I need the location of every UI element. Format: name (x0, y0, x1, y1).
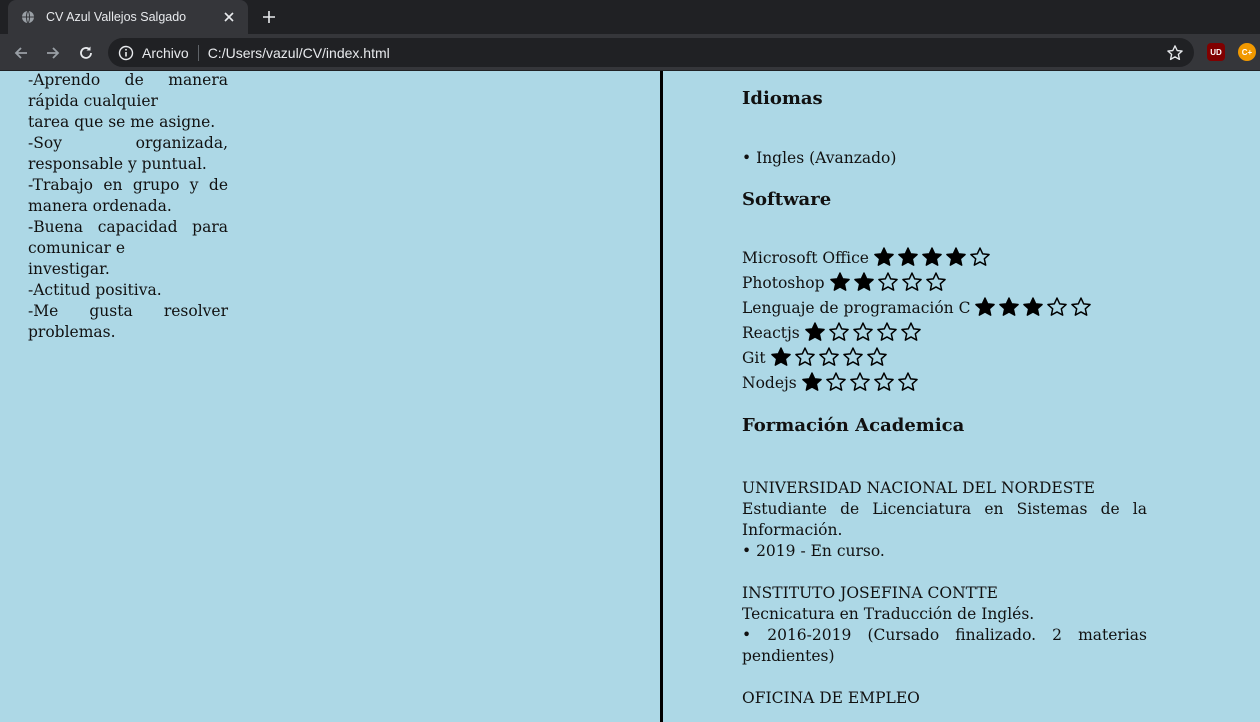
filled-star-icon (829, 272, 850, 291)
software-row: Microsoft Office (742, 246, 1147, 271)
software-row: Photoshop (742, 271, 1147, 296)
education-degree: Estudiante de Licenciatura en Sistemas d… (742, 500, 1147, 539)
globe-icon (20, 9, 36, 25)
filled-star-icon (999, 297, 1020, 316)
quality-item: -Actitud positiva. (28, 281, 162, 299)
education-institution: UNIVERSIDAD NACIONAL DEL NORDESTE (742, 479, 1095, 497)
bookmark-star-icon[interactable] (1166, 44, 1184, 62)
empty-star-icon (925, 272, 946, 291)
page-viewport: -Aprendo de manera rápida cualquier tarea… (0, 71, 1260, 722)
empty-star-icon (1047, 297, 1068, 316)
education-degree: Tecnicatura en Traducción de Inglés. (742, 605, 1035, 623)
star-rating (804, 321, 924, 343)
software-name: Nodejs (742, 374, 797, 392)
star-rating (770, 346, 890, 368)
education-entry: INSTITUTO JOSEFINA CONTTE Tecnicatura en … (742, 583, 1147, 667)
origin-chip: Archivo (142, 44, 189, 61)
empty-star-icon (1071, 297, 1092, 316)
empty-star-icon (877, 272, 898, 291)
education-list: UNIVERSIDAD NACIONAL DEL NORDESTE Estudia… (742, 478, 1147, 709)
empty-star-icon (828, 322, 849, 341)
omnibox-separator (197, 44, 199, 61)
profile-qualities: -Aprendo de manera rápida cualquier tarea… (28, 71, 228, 343)
software-row: Reactjs (742, 321, 1147, 346)
quality-item: -Aprendo de manera rápida cualquier (28, 71, 228, 110)
empty-star-icon (842, 347, 863, 366)
software-heading: Software (742, 189, 832, 210)
tab-strip: CV Azul Vallejos Salgado (0, 0, 1260, 34)
formacion-heading: Formación Academica (742, 415, 965, 436)
empty-star-icon (825, 372, 846, 391)
empty-star-icon (876, 322, 897, 341)
empty-star-icon (794, 347, 815, 366)
empty-star-icon (852, 322, 873, 341)
star-rating (974, 296, 1094, 318)
quality-item: tarea que se me asigne. (28, 113, 216, 131)
empty-star-icon (970, 247, 990, 266)
software-name: Photoshop (742, 274, 825, 292)
quality-item: investigar. (28, 260, 110, 278)
close-tab-icon[interactable] (220, 8, 238, 26)
tab-title: CV Azul Vallejos Salgado (46, 10, 187, 24)
url-text[interactable]: C:/Users/vazul/CV/index.html (208, 45, 390, 61)
forward-arrow-icon[interactable] (40, 40, 66, 66)
education-period: • 2016-2019 (Cursado finalizado. 2 mater… (742, 626, 1147, 665)
empty-star-icon (897, 372, 918, 391)
new-tab-plus-icon[interactable] (258, 6, 280, 28)
software-row: Lenguaje de programación C (742, 296, 1147, 321)
quality-item: -Trabajo en grupo y de manera ordenada. (28, 176, 228, 215)
filled-star-icon (898, 247, 918, 266)
filled-star-icon (946, 247, 966, 266)
extension-icon[interactable]: C+ (1238, 43, 1256, 61)
empty-star-icon (818, 347, 839, 366)
education-entry: OFICINA DE EMPLEO (742, 688, 1147, 709)
quality-item: -Soy organizada, responsable y puntual. (28, 134, 228, 173)
empty-star-icon (900, 322, 921, 341)
software-name: Git (742, 349, 766, 367)
address-bar[interactable]: Archivo C:/Users/vazul/CV/index.html (108, 38, 1194, 67)
filled-star-icon (804, 322, 825, 341)
filled-star-icon (874, 247, 894, 266)
idiomas-heading: Idiomas (742, 88, 823, 109)
software-name: Reactjs (742, 324, 800, 342)
star-rating (873, 246, 993, 268)
reload-icon[interactable] (73, 40, 99, 66)
filled-star-icon (801, 372, 822, 391)
info-icon[interactable] (118, 45, 134, 61)
quality-item: -Buena capacidad para comunicar e (28, 218, 228, 257)
filled-star-icon (922, 247, 942, 266)
ublock-extension-icon[interactable]: UD (1207, 43, 1225, 61)
browser-toolbar: Archivo C:/Users/vazul/CV/index.html UD … (0, 34, 1260, 71)
empty-star-icon (849, 372, 870, 391)
back-arrow-icon[interactable] (8, 40, 34, 66)
star-rating (829, 271, 949, 293)
software-name: Microsoft Office (742, 249, 869, 267)
cv-right-column: Idiomas • Ingles (Avanzado) Software Mic… (742, 87, 1147, 722)
filled-star-icon (975, 297, 996, 316)
empty-star-icon (866, 347, 887, 366)
software-row: Nodejs (742, 371, 1147, 396)
filled-star-icon (853, 272, 874, 291)
quality-item: -Me gusta resolver problemas. (28, 302, 228, 341)
empty-star-icon (873, 372, 894, 391)
language-item: • Ingles (Avanzado) (742, 149, 897, 167)
star-rating (801, 371, 921, 393)
education-period: • 2019 - En curso. (742, 542, 885, 560)
browser-tab[interactable]: CV Azul Vallejos Salgado (8, 0, 248, 34)
education-institution: OFICINA DE EMPLEO (742, 689, 920, 707)
filled-star-icon (770, 347, 791, 366)
education-entry: UNIVERSIDAD NACIONAL DEL NORDESTE Estudia… (742, 478, 1147, 562)
software-row: Git (742, 346, 1147, 371)
filled-star-icon (1023, 297, 1044, 316)
software-list: Microsoft Office Photoshop Lenguaje de pro… (742, 246, 1147, 396)
empty-star-icon (901, 272, 922, 291)
software-name: Lenguaje de programación C (742, 299, 971, 317)
education-institution: INSTITUTO JOSEFINA CONTTE (742, 584, 998, 602)
column-divider (660, 71, 663, 722)
